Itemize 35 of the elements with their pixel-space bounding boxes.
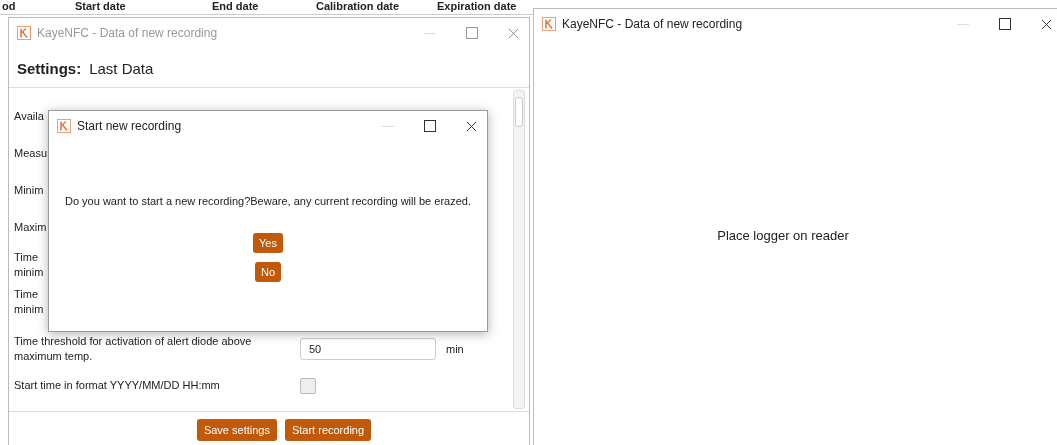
close-icon[interactable] bbox=[466, 120, 477, 132]
column-header: od bbox=[2, 0, 16, 13]
dialog-title: Start new recording bbox=[77, 119, 183, 133]
setting-label: Measu bbox=[14, 146, 48, 161]
app-logo-icon bbox=[17, 26, 31, 40]
maximize-button[interactable] bbox=[424, 120, 436, 132]
setting-label: Minim bbox=[14, 183, 44, 198]
app-logo-icon bbox=[57, 119, 71, 133]
setting-label: Time minim bbox=[14, 286, 44, 317]
setting-label: Time threshold for activation of alert diode above maximum temp. bbox=[14, 333, 253, 364]
column-header: Expiration date bbox=[437, 0, 517, 13]
status-message: Place logger on reader bbox=[717, 228, 849, 243]
maximize-button[interactable] bbox=[999, 18, 1011, 30]
dialog-button[interactable]: No bbox=[254, 262, 281, 282]
unit-label: min bbox=[446, 342, 464, 355]
window-title: KayeNFC - Data of new recording bbox=[37, 26, 219, 40]
setting-label: Time minim bbox=[14, 249, 44, 280]
window-title: KayeNFC - Data of new recording bbox=[562, 17, 744, 31]
column-header: Calibration date bbox=[316, 0, 400, 13]
setting-label: Maxim bbox=[14, 220, 47, 235]
settings-label: Settings: bbox=[17, 60, 82, 77]
settings-name: Last Data bbox=[89, 60, 154, 77]
scrollbar[interactable] bbox=[513, 90, 525, 409]
column-header: End date bbox=[212, 0, 259, 13]
action-button[interactable]: Save settings bbox=[196, 419, 277, 441]
dialog-button[interactable]: Yes bbox=[253, 233, 283, 253]
close-icon[interactable] bbox=[1041, 18, 1052, 30]
checkbox[interactable] bbox=[300, 377, 316, 394]
action-button[interactable]: Start recording bbox=[284, 419, 372, 441]
column-header: Start date bbox=[75, 0, 126, 13]
dialog-message: Do you want to start a new recording?Beware, any current recording will be erazed. bbox=[65, 195, 471, 207]
setting-label: Start time in format YYYY/MM/DD HH:mm bbox=[14, 378, 220, 393]
setting-label: Availa bbox=[14, 109, 44, 124]
number-field[interactable]: 50 bbox=[300, 337, 436, 360]
app-logo-icon bbox=[542, 17, 556, 31]
